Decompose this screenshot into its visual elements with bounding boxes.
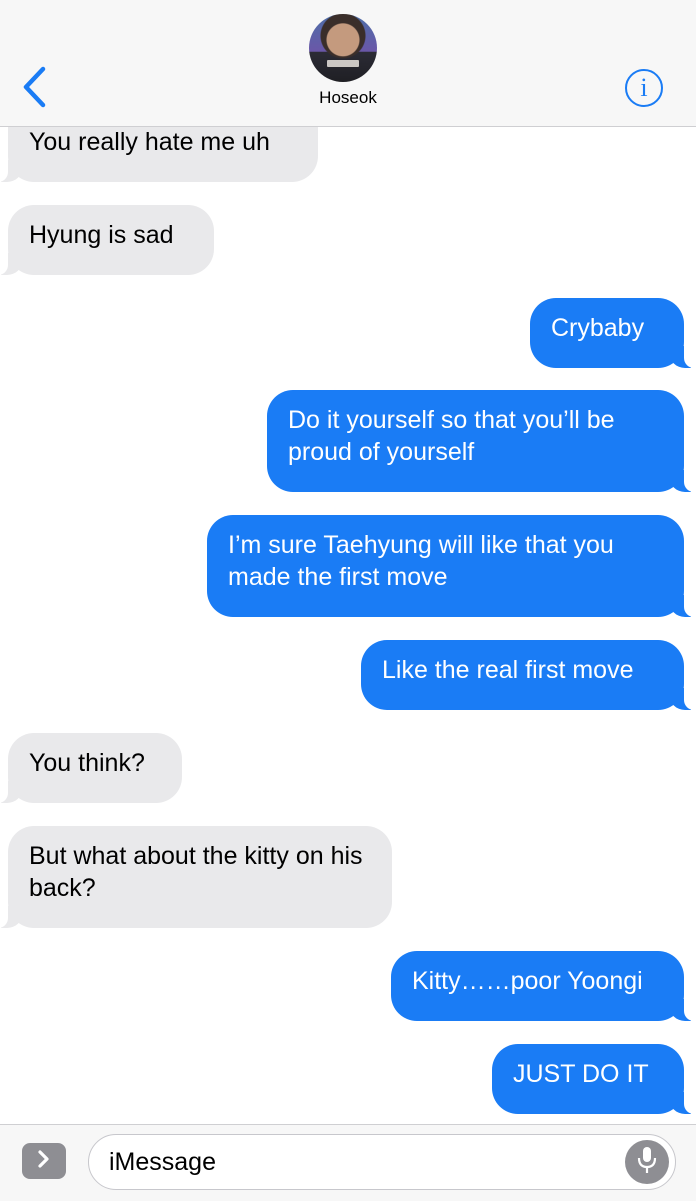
outgoing-message[interactable]: Do it yourself so that you’ll be proud o… — [267, 390, 696, 492]
dictation-button[interactable] — [625, 1140, 669, 1184]
message-thread: You really hate me uh Hyung is sad Cryba… — [0, 0, 696, 1200]
message-input[interactable] — [89, 1135, 629, 1189]
avatar-shirt-graphic — [327, 60, 359, 67]
outgoing-message[interactable]: Crybaby — [530, 298, 696, 368]
incoming-message[interactable]: Hyung is sad — [0, 205, 214, 275]
outgoing-message[interactable]: Like the real first move — [361, 640, 696, 710]
incoming-message[interactable]: But what about the kitty on his back? — [0, 826, 392, 928]
outgoing-message[interactable]: JUST DO IT — [492, 1044, 696, 1114]
apps-toggle-button[interactable] — [22, 1143, 66, 1179]
outgoing-message[interactable]: Kitty……poor Yoongi — [391, 951, 696, 1021]
contact-avatar[interactable] — [309, 14, 377, 82]
chevron-right-icon — [36, 1149, 52, 1174]
incoming-message[interactable]: You think? — [0, 733, 182, 803]
microphone-icon — [636, 1145, 658, 1180]
message-composer — [0, 1124, 696, 1201]
outgoing-message[interactable]: I’m sure Taehyung will like that you mad… — [207, 515, 696, 617]
conversation-header: Hoseok i — [0, 0, 696, 127]
contact-name[interactable]: Hoseok — [0, 88, 696, 108]
message-field-wrapper — [88, 1134, 676, 1190]
info-icon: i — [640, 73, 648, 102]
info-button[interactable]: i — [625, 69, 663, 107]
